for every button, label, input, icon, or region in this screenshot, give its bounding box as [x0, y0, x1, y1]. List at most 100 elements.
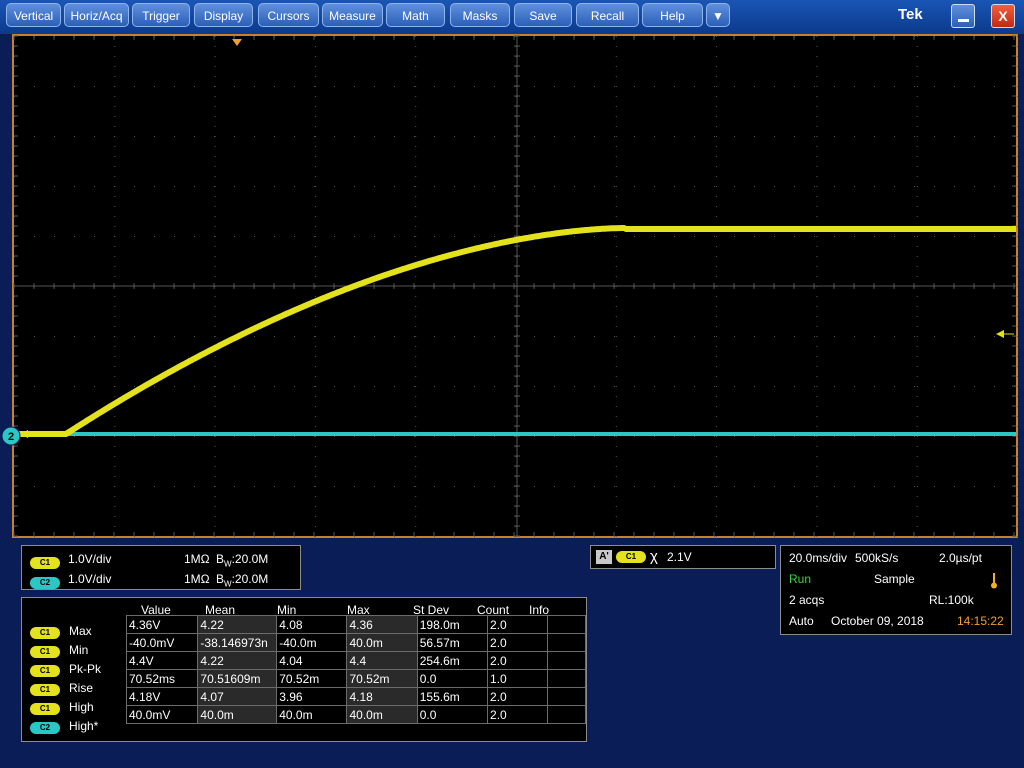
measurement-cell: 2.0	[487, 705, 548, 724]
measurement-cell: 70.51609m	[197, 669, 278, 688]
measurement-cell: 4.4V	[125, 651, 199, 670]
menu-horiz-acq-button[interactable]: Horiz/Acq	[64, 3, 129, 27]
acquisition-count: 2 acqs	[789, 593, 825, 607]
measurement-row-label[interactable]: C1 Rise	[30, 681, 93, 696]
measurement-name: High*	[69, 719, 99, 733]
channel-2-impedance: 1MΩ	[184, 572, 210, 586]
measurement-table: 4.36V 4.22 4.08 4.36 198.0m 2.0 -40.0mV -38.146…	[125, 615, 587, 724]
table-row: 4.4V 4.22 4.04 4.4 254.6m 2.0	[125, 651, 587, 670]
close-icon: X	[998, 8, 1008, 24]
menu-cursors-button[interactable]: Cursors	[258, 3, 319, 27]
trigger-panel[interactable]: A' C1 χ 2.1V	[590, 545, 776, 569]
measurement-cell: 4.36V	[125, 615, 199, 634]
measurement-cell: 4.4	[346, 651, 418, 670]
brand-logo: Tek	[898, 6, 923, 23]
channel-2-badge: C2	[30, 577, 60, 589]
channel-1-impedance: 1MΩ	[184, 552, 210, 566]
measurement-channel-badge: C1	[30, 684, 60, 696]
measurement-row-label[interactable]: C1 High	[30, 700, 94, 715]
measurement-cell: 40.0mV	[125, 705, 199, 724]
date: October 09, 2018	[831, 614, 924, 628]
menu-bar: Vertical Horiz/Acq Trigger Display Cursors Me…	[0, 0, 1024, 34]
measurement-cell: 40.0m	[276, 705, 348, 724]
graticule: 2	[1, 35, 1018, 537]
trigger-source-label: A'	[596, 550, 612, 564]
measurement-cell: 70.52m	[276, 669, 348, 688]
minimize-button[interactable]	[951, 4, 975, 28]
measurement-cell: 70.52m	[346, 669, 418, 688]
measurement-row-label[interactable]: C2 High*	[30, 719, 98, 734]
measurement-cell: 4.36	[346, 615, 418, 634]
channel-1-trace	[13, 225, 1017, 437]
measurement-cell: 0.0	[416, 669, 489, 688]
measurement-cell: 4.22	[197, 615, 278, 634]
measurement-cell: 40.0m	[346, 705, 418, 724]
measurement-channel-badge: C1	[30, 703, 60, 715]
measurement-cell: -38.146973n	[197, 633, 278, 652]
measurement-row-label[interactable]: C1 Min	[30, 643, 88, 658]
measurement-cell: 2.0	[487, 633, 548, 652]
measurement-cell	[546, 669, 587, 688]
measurement-cell: -40.0m	[276, 633, 348, 652]
menu-math-button[interactable]: Math	[386, 3, 445, 27]
trigger-level-marker	[996, 330, 1004, 338]
measurement-cell: 0.0	[416, 705, 489, 724]
acquisition-mode: Sample	[874, 572, 915, 586]
menu-display-button[interactable]: Display	[194, 3, 253, 27]
channel-1-scale: 1.0V/div	[68, 552, 112, 566]
measurement-name: Rise	[69, 681, 94, 695]
channel-1-row[interactable]: C1 1.0V/div 1MΩ BW:20.0M	[30, 552, 268, 569]
measurement-cell: 2.0	[487, 687, 548, 706]
table-row: 40.0mV 40.0m 40.0m 40.0m 0.0 2.0	[125, 705, 587, 724]
timebase: 20.0ms/div	[789, 551, 848, 565]
measurement-cell	[546, 633, 587, 652]
time: 14:15:22	[957, 614, 1004, 628]
measurement-cell: 56.57m	[416, 633, 489, 652]
measurement-cell	[546, 705, 587, 724]
measurement-name: Min	[69, 643, 89, 657]
measurement-cell: 4.08	[276, 615, 348, 634]
acquisition-panel[interactable]: 20.0ms/div 500kS/s 2.0µs/pt Run Sample 2…	[780, 545, 1012, 635]
channel-info-panel[interactable]: C1 1.0V/div 1MΩ BW:20.0M C2 1.0V/div 1MΩ…	[21, 545, 301, 590]
measurement-channel-badge: C1	[30, 646, 60, 658]
thermometer-icon	[991, 573, 997, 589]
channel-1-bandwidth: BW:20.0M	[216, 552, 269, 569]
waveform-display[interactable]: 2	[1, 34, 1018, 538]
menu-save-button[interactable]: Save	[514, 3, 572, 27]
measurement-cell: 4.04	[276, 651, 348, 670]
channel-2-row[interactable]: C2 1.0V/div 1MΩ BW:20.0M	[30, 572, 268, 589]
measurement-cell	[546, 651, 587, 670]
measurement-cell: 4.22	[197, 651, 278, 670]
measurement-cell: 198.0m	[416, 615, 489, 634]
measurement-cell: 4.18	[346, 687, 418, 706]
menu-recall-button[interactable]: Recall	[576, 3, 639, 27]
run-state: Run	[789, 572, 812, 586]
measurement-cell: 1.0	[487, 669, 548, 688]
measurement-name: Max	[69, 624, 92, 638]
menu-trigger-button[interactable]: Trigger	[132, 3, 190, 27]
measurement-cell: 4.18V	[125, 687, 199, 706]
measurement-cell: 4.07	[197, 687, 278, 706]
channel-2-bandwidth: BW:20.0M	[216, 572, 269, 589]
measurement-cell	[546, 615, 587, 634]
measurement-row-label[interactable]: C1 Pk-Pk	[30, 662, 101, 677]
channel-2-scale: 1.0V/div	[68, 572, 112, 586]
menu-more-button[interactable]: ▼	[706, 3, 730, 27]
menu-masks-button[interactable]: Masks	[450, 3, 510, 27]
measurement-name: High	[69, 700, 94, 714]
measurement-cell: 2.0	[487, 615, 548, 634]
table-row: -40.0mV -38.146973n -40.0m 40.0m 56.57m 2.0	[125, 633, 587, 652]
menu-measure-button[interactable]: Measure	[322, 3, 383, 27]
channel-1-badge: C1	[30, 557, 60, 569]
menu-vertical-button[interactable]: Vertical	[6, 3, 61, 27]
table-row: 4.36V 4.22 4.08 4.36 198.0m 2.0	[125, 615, 587, 634]
measurement-panel[interactable]: Value Mean Min Max St Dev Count Info C1 Max C1 Mi…	[21, 597, 587, 742]
resolution: 2.0µs/pt	[939, 551, 982, 565]
menu-help-button[interactable]: Help	[642, 3, 703, 27]
measurement-cell: 2.0	[487, 651, 548, 670]
measurement-row-label[interactable]: C1 Max	[30, 624, 92, 639]
measurement-cell: 254.6m	[416, 651, 489, 670]
minimize-icon	[958, 19, 969, 22]
trigger-slope-icon: χ	[650, 548, 658, 565]
close-button[interactable]: X	[991, 4, 1015, 28]
